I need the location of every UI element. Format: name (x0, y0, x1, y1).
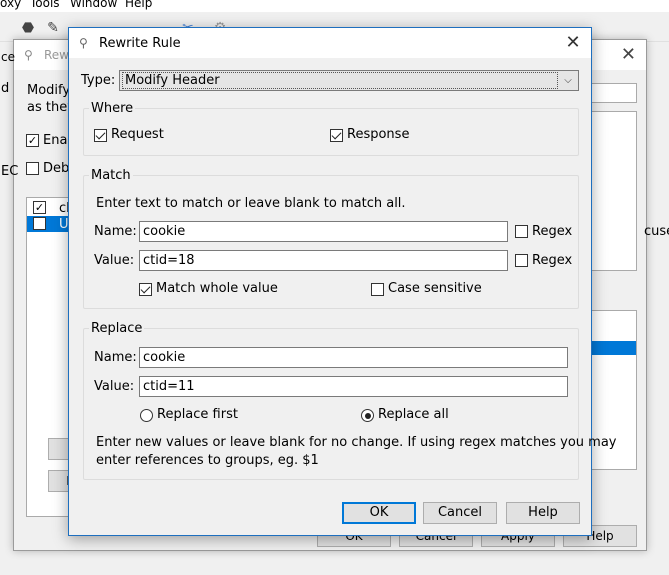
match-name-input[interactable] (139, 221, 508, 242)
dialog-title: Rewrite Rule (99, 36, 181, 51)
app-icon: ⚲ (79, 36, 88, 50)
replace-value-input[interactable] (139, 376, 568, 397)
match-hint: Enter text to match or leave blank to ma… (96, 196, 406, 211)
request-label[interactable]: Request (111, 127, 164, 142)
case-sensitive-label[interactable]: Case sensitive (388, 281, 482, 296)
type-select-value: Modify Header (122, 72, 558, 89)
request-checkbox[interactable] (94, 129, 107, 142)
ok-button[interactable]: OK (342, 502, 416, 524)
menu-window[interactable]: Window (70, 0, 117, 10)
menu-bar: oxy Tools Window Help (0, 0, 669, 12)
match-whole-value-checkbox[interactable] (139, 283, 152, 296)
replace-legend: Replace (89, 321, 145, 336)
type-label: Type: (81, 73, 116, 88)
bg-debug-checkbox[interactable] (26, 162, 39, 175)
response-label[interactable]: Response (347, 127, 409, 142)
replace-group: Replace Name: Value: Replace first Repla… (83, 321, 617, 480)
case-sensitive-checkbox[interactable] (371, 283, 384, 296)
where-group: Where Request Response (83, 101, 579, 156)
match-legend: Match (89, 168, 133, 183)
bg-enable-checkbox[interactable]: ✓ (26, 134, 39, 147)
replace-first-radio[interactable] (140, 409, 153, 422)
app-icon: ⚲ (24, 48, 33, 62)
match-value-label: Value: (94, 253, 135, 268)
close-icon[interactable]: ✕ (559, 30, 587, 56)
pen-icon[interactable]: ✎ (45, 20, 61, 36)
where-legend: Where (89, 101, 136, 116)
value-regex-checkbox[interactable] (515, 254, 528, 267)
type-select[interactable]: Modify Header ⌵ (119, 70, 579, 91)
dialog-titlebar: ⚲ Rewrite Rule ✕ (69, 28, 591, 58)
bg-label-d: d (1, 81, 10, 96)
replace-hint-line2: enter references to groups, eg. $1 (96, 453, 319, 468)
bg-label-modify: Modify (27, 83, 71, 98)
list-item-checkbox[interactable]: ✓ (33, 217, 46, 230)
menu-tools[interactable]: Tools (30, 0, 60, 10)
replace-first-label[interactable]: Replace first (157, 407, 238, 422)
bg-label-cuse: cuse (644, 224, 669, 239)
stop-icon[interactable]: ⬣ (20, 20, 36, 36)
response-checkbox[interactable] (330, 129, 343, 142)
bg-label-ec: EC (1, 164, 19, 179)
replace-name-label: Name: (94, 350, 137, 365)
replace-all-radio[interactable] (361, 409, 374, 422)
replace-hint-line1: Enter new values or leave blank for no c… (96, 435, 617, 450)
menu-help[interactable]: Help (125, 0, 152, 10)
cancel-button[interactable]: Cancel (423, 502, 497, 524)
name-regex-label[interactable]: Regex (532, 224, 572, 239)
value-regex-label[interactable]: Regex (532, 253, 572, 268)
menu-proxy[interactable]: oxy (0, 0, 21, 10)
rewrite-rule-dialog: ⚲ Rewrite Rule ✕ Type: Modify Header ⌵ W… (68, 27, 617, 536)
bg-dialog-title: Rew (44, 48, 69, 62)
match-group: Match Enter text to match or leave blank… (83, 168, 579, 309)
chevron-down-icon[interactable]: ⌵ (561, 73, 575, 88)
list-item-checkbox[interactable]: ✓ (33, 201, 46, 214)
name-regex-checkbox[interactable] (515, 225, 528, 238)
match-name-label: Name: (94, 224, 137, 239)
replace-name-input[interactable] (139, 347, 568, 368)
match-whole-value-label[interactable]: Match whole value (156, 281, 278, 296)
replace-all-label[interactable]: Replace all (378, 407, 449, 422)
bg-close-icon[interactable]: ✕ (621, 44, 636, 65)
replace-value-label: Value: (94, 379, 135, 394)
bg-label-ce: ce (1, 50, 15, 64)
match-value-input[interactable] (139, 250, 508, 271)
help-button[interactable]: Help (506, 502, 580, 524)
